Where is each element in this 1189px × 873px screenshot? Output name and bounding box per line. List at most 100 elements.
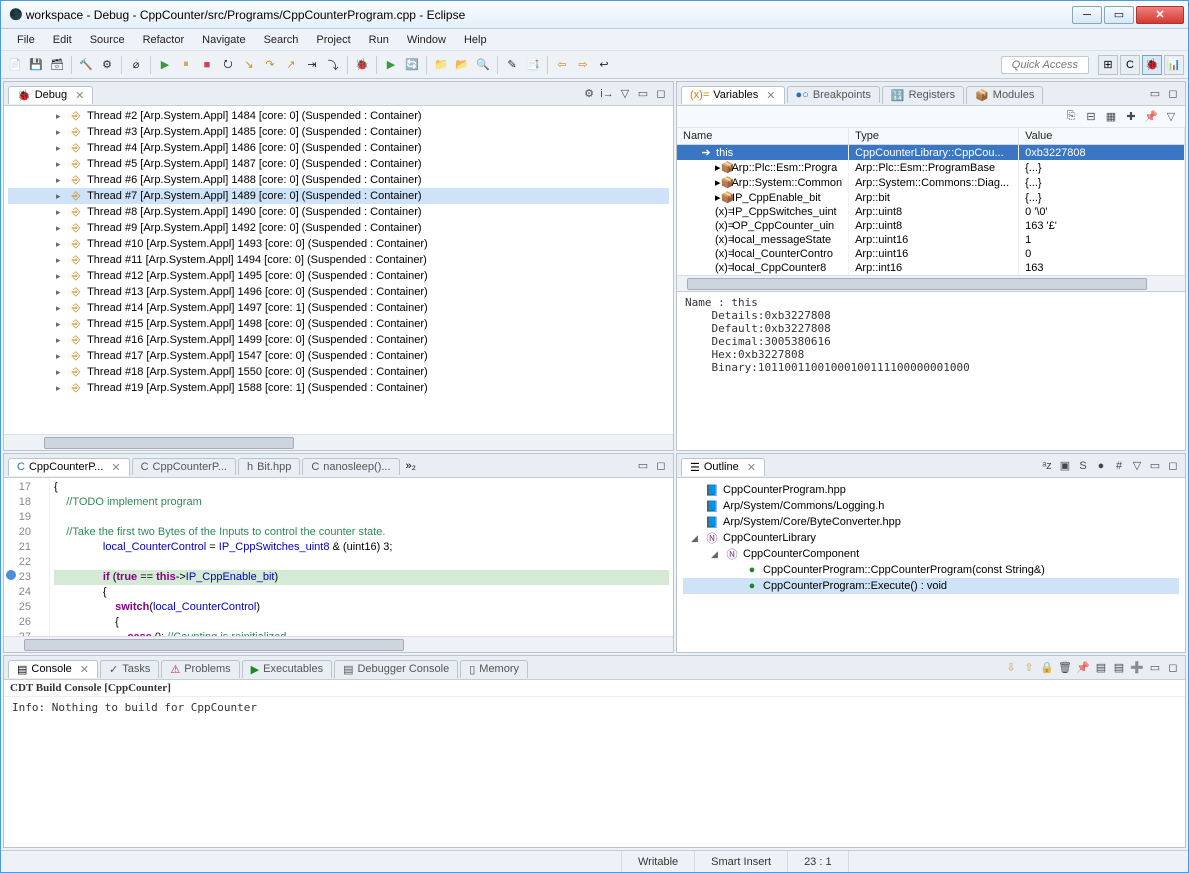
col-name[interactable]: Name: [677, 128, 849, 145]
search-icon[interactable]: 🔍: [474, 56, 492, 74]
run-icon[interactable]: ▶: [382, 56, 400, 74]
menu-edit[interactable]: Edit: [45, 32, 80, 48]
close-icon[interactable]: ✕: [766, 89, 775, 102]
thread-row[interactable]: ▸⎆ Thread #6 [Arp.System.Appl] 1488 [cor…: [8, 172, 669, 188]
close-button[interactable]: ✕: [1136, 6, 1184, 24]
console-tab[interactable]: ▤Console✕: [8, 660, 98, 678]
menu-source[interactable]: Source: [82, 32, 133, 48]
disconnect-icon[interactable]: ⭮: [219, 56, 237, 74]
editor-tab-1[interactable]: CCppCounterP...: [132, 458, 236, 475]
build-all-icon[interactable]: ⚙: [98, 56, 116, 74]
menu-file[interactable]: File: [9, 32, 43, 48]
clear-console-icon[interactable]: 🗑: [1057, 660, 1073, 676]
variable-row[interactable]: (x)= OP_CppCounter_uinArp::uint8163 '£': [677, 219, 1185, 233]
col-value[interactable]: Value: [1019, 128, 1185, 145]
outline-tree[interactable]: 📘CppCounterProgram.hpp📘Arp/System/Common…: [677, 478, 1185, 652]
outline-item[interactable]: 📘Arp/System/Core/ByteConverter.hpp: [683, 514, 1179, 530]
debug-icon[interactable]: 🐞: [353, 56, 371, 74]
maximize-view-icon[interactable]: ◻: [1165, 660, 1181, 676]
debug-tab[interactable]: 🐞 Debug ✕: [8, 86, 93, 104]
close-icon[interactable]: ✕: [111, 461, 120, 474]
resource-perspective-icon[interactable]: 📊: [1164, 55, 1184, 75]
variable-row[interactable]: (x)= local_messageStateArp::uint161: [677, 233, 1185, 247]
pin-console-icon[interactable]: 📌: [1075, 660, 1091, 676]
terminate-icon[interactable]: ■: [198, 56, 216, 74]
sort-icon[interactable]: ᵃz: [1039, 458, 1055, 474]
show-type-icon[interactable]: ⎘: [1063, 109, 1079, 125]
thread-row[interactable]: ▸⎆ Thread #3 [Arp.System.Appl] 1485 [cor…: [8, 124, 669, 140]
editor-tab-2[interactable]: hBit.hpp: [238, 458, 300, 475]
menu-help[interactable]: Help: [456, 32, 495, 48]
scrollbar-h[interactable]: [4, 636, 673, 652]
thread-row[interactable]: ▸⎆ Thread #18 [Arp.System.Appl] 1550 [co…: [8, 364, 669, 380]
editor-tab-0[interactable]: CCppCounterP...✕: [8, 458, 130, 476]
thread-row[interactable]: ▸⎆ Thread #8 [Arp.System.Appl] 1490 [cor…: [8, 204, 669, 220]
variable-row[interactable]: ▸📦 IP_CppEnable_bitArp::bit{...}: [677, 190, 1185, 205]
menu-project[interactable]: Project: [308, 32, 358, 48]
next-icon[interactable]: ⇧: [1021, 660, 1037, 676]
close-icon[interactable]: ✕: [747, 461, 756, 474]
step-over-icon[interactable]: ↷: [261, 56, 279, 74]
layout-icon[interactable]: ▦: [1103, 109, 1119, 125]
step-return-icon[interactable]: ↗: [282, 56, 300, 74]
variable-row[interactable]: ▸📦 Arp::Plc::Esm::PrograArp::Plc::Esm::P…: [677, 160, 1185, 175]
thread-row[interactable]: ▸⎆ Thread #12 [Arp.System.Appl] 1495 [co…: [8, 268, 669, 284]
modules-tab[interactable]: 📦Modules: [966, 86, 1043, 104]
thread-tree[interactable]: ▸⎆ Thread #2 [Arp.System.Appl] 1484 [cor…: [4, 106, 673, 434]
outline-item[interactable]: ●CppCounterProgram::CppCounterProgram(co…: [683, 562, 1179, 578]
minimize-view-icon[interactable]: ▭: [1147, 458, 1163, 474]
maximize-view-icon[interactable]: ◻: [1165, 86, 1181, 102]
memory-tab[interactable]: ▯Memory: [460, 660, 528, 678]
menu-window[interactable]: Window: [399, 32, 454, 48]
maximize-view-icon[interactable]: ◻: [1165, 458, 1181, 474]
minimize-button[interactable]: ─: [1072, 6, 1102, 24]
thread-row[interactable]: ▸⎆ Thread #15 [Arp.System.Appl] 1498 [co…: [8, 316, 669, 332]
thread-row[interactable]: ▸⎆ Thread #14 [Arp.System.Appl] 1497 [co…: [8, 300, 669, 316]
thread-row[interactable]: ▸⎆ Thread #13 [Arp.System.Appl] 1496 [co…: [8, 284, 669, 300]
tasks-tab[interactable]: ✓Tasks: [100, 660, 159, 678]
debug-perspective-icon[interactable]: 🐞: [1142, 55, 1162, 75]
outline-item[interactable]: ◢ⓃCppCounterComponent: [683, 546, 1179, 562]
cpp-perspective-icon[interactable]: C: [1120, 55, 1140, 75]
nav-back-icon[interactable]: ⇦: [553, 56, 571, 74]
resume-icon[interactable]: ▶: [156, 56, 174, 74]
overflow-indicator[interactable]: »₂: [406, 460, 416, 472]
thread-row[interactable]: ▸⎆ Thread #2 [Arp.System.Appl] 1484 [cor…: [8, 108, 669, 124]
view-menu-icon[interactable]: i→: [599, 86, 615, 102]
hide-non-public-icon[interactable]: ●: [1093, 458, 1109, 474]
minimize-view-icon[interactable]: ▭: [1147, 86, 1163, 102]
open-perspective-icon[interactable]: ⊞: [1098, 55, 1118, 75]
variable-row[interactable]: (x)= local_CounterControArp::uint160: [677, 247, 1185, 261]
scrollbar-h[interactable]: [677, 275, 1185, 291]
thread-row[interactable]: ▸⎆ Thread #5 [Arp.System.Appl] 1487 [cor…: [8, 156, 669, 172]
thread-row[interactable]: ▸⎆ Thread #10 [Arp.System.Appl] 1493 [co…: [8, 236, 669, 252]
thread-row[interactable]: ▸⎆ Thread #17 [Arp.System.Appl] 1547 [co…: [8, 348, 669, 364]
maximize-view-icon[interactable]: ◻: [653, 86, 669, 102]
thread-row[interactable]: ▸⎆ Thread #16 [Arp.System.Appl] 1499 [co…: [8, 332, 669, 348]
collapse-icon[interactable]: ⊟: [1083, 109, 1099, 125]
open-console-icon[interactable]: ▤: [1111, 660, 1127, 676]
nav-last-icon[interactable]: ↩: [595, 56, 613, 74]
maximize-view-icon[interactable]: ◻: [653, 458, 669, 474]
maximize-button[interactable]: ▭: [1104, 6, 1134, 24]
variables-tab[interactable]: (x)=Variables✕: [681, 86, 785, 104]
menu-navigate[interactable]: Navigate: [194, 32, 253, 48]
new-class-icon[interactable]: 📁: [432, 56, 450, 74]
thread-row[interactable]: ▸⎆ Thread #4 [Arp.System.Appl] 1486 [cor…: [8, 140, 669, 156]
variable-row[interactable]: ▸📦 Arp::System::CommonArp::System::Commo…: [677, 175, 1185, 190]
variable-row[interactable]: (x)= IP_CppSwitches_uintArp::uint80 '\0': [677, 205, 1185, 219]
hide-static-icon[interactable]: S: [1075, 458, 1091, 474]
outline-item[interactable]: ●CppCounterProgram::Execute() : void: [683, 578, 1179, 594]
console-output[interactable]: Info: Nothing to build for CppCounter: [4, 697, 1185, 847]
menu-search[interactable]: Search: [256, 32, 307, 48]
minimize-view-icon[interactable]: ▭: [635, 458, 651, 474]
code-editor[interactable]: 17 18 19 20 21 22 23 24 25 26 27 { //TOD…: [4, 478, 673, 636]
col-type[interactable]: Type: [849, 128, 1019, 145]
step-into-icon[interactable]: ↘: [240, 56, 258, 74]
scroll-lock-icon[interactable]: 🔒: [1039, 660, 1055, 676]
pin-icon[interactable]: 📌: [1143, 109, 1159, 125]
registers-tab[interactable]: 🔢Registers: [882, 86, 964, 104]
thread-row[interactable]: ▸⎆ Thread #19 [Arp.System.Appl] 1588 [co…: [8, 380, 669, 396]
outline-item[interactable]: 📘Arp/System/Commons/Logging.h: [683, 498, 1179, 514]
view-menu-icon[interactable]: ▽: [1163, 109, 1179, 125]
